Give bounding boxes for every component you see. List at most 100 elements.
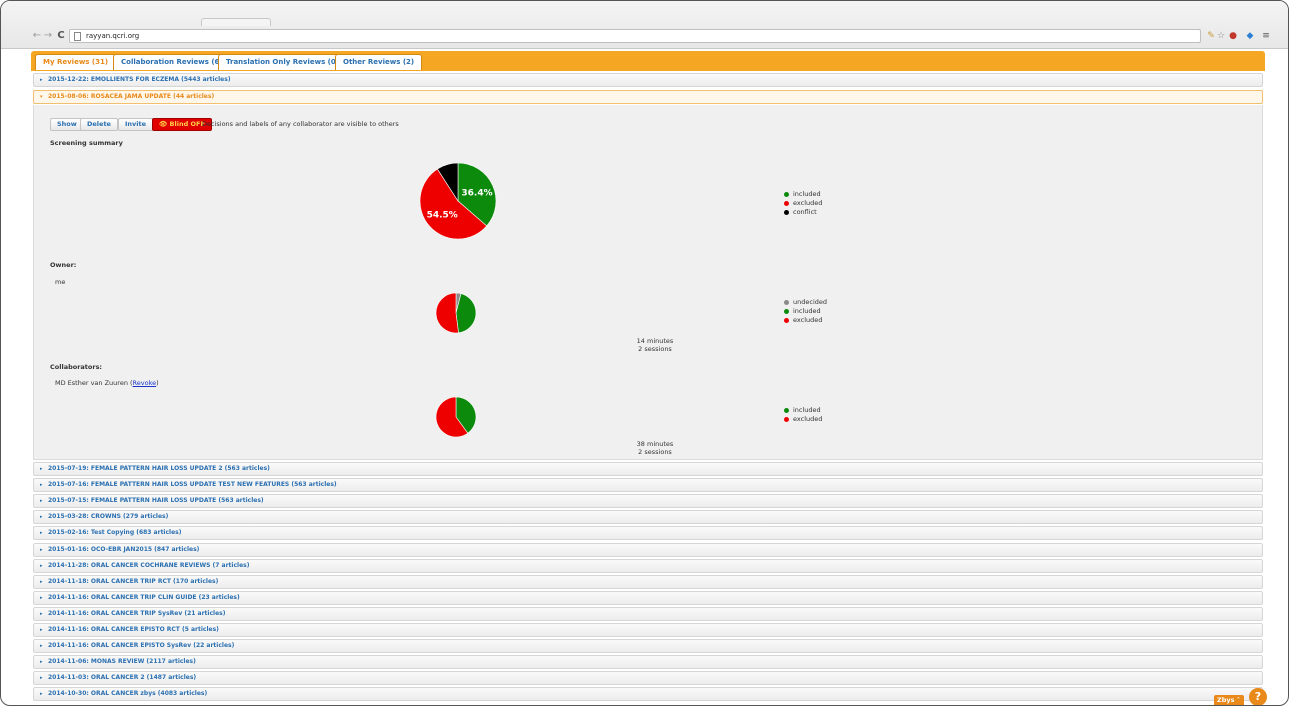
review-row-label: 2014-11-16: ORAL CANCER TRIP SysRev (21 … [48, 609, 226, 617]
extension-icon[interactable]: ● [1228, 31, 1238, 41]
review-row[interactable]: ▸ 2015-12-22: EMOLLIENTS FOR ECZEMA (544… [33, 73, 1263, 87]
collaborator-entry: MD Esther van Zuuren (Revoke) [55, 379, 159, 387]
legend-swatch [784, 210, 789, 215]
tab-my-reviews[interactable]: My Reviews (31) [35, 54, 117, 70]
review-row[interactable]: ▸ 2014-11-16: ORAL CANCER EPISTO SysRev (… [33, 639, 1263, 654]
legend-item: included [784, 307, 827, 316]
review-row-label: 2015-01-16: OCO-EBR JAN2015 (847 article… [48, 545, 200, 553]
tab-other-reviews[interactable]: Other Reviews (2) [335, 54, 423, 70]
review-row-label: 2015-03-28: CROWNS (279 articles) [48, 513, 169, 521]
browser-window: ← → C rayyan.qcri.org ✎ ☆ ● ◆ ≡ My Revie… [0, 0, 1289, 706]
review-row[interactable]: ▸ 2014-11-18: ORAL CANCER TRIP RCT (170 a… [33, 574, 1263, 589]
legend-label: conflict [793, 208, 817, 216]
legend-label: excluded [793, 316, 823, 324]
review-row-label: 2014-11-06: MONAS REVIEW (2117 articles) [48, 658, 196, 666]
legend-item: excluded [784, 415, 822, 424]
delete-button[interactable]: Delete [80, 118, 118, 131]
invite-button[interactable]: Invite [118, 118, 154, 131]
legend-label: excluded [793, 199, 823, 207]
review-row[interactable]: ▸ 2014-11-16: ORAL CANCER TRIP SysRev (21… [33, 606, 1263, 621]
tab-strip [1, 1, 1288, 26]
review-row-label: 2014-11-28: ORAL CANCER COCHRANE REVIEWS… [48, 561, 250, 569]
review-row[interactable]: ▸ 2014-10-30: ORAL CANCER zbys (4083 arti… [33, 687, 1263, 702]
chat-widget-button[interactable]: Zbys ˄ [1214, 695, 1244, 705]
owner-time-spent: 14 minutes [636, 337, 674, 345]
collaborator-legend: included excluded [784, 406, 822, 424]
show-button[interactable]: Show [50, 118, 84, 131]
owner-chart [435, 292, 477, 334]
review-row[interactable]: ▸ 2014-11-28: ORAL CANCER COCHRANE REVIEW… [33, 558, 1263, 573]
review-row[interactable]: ▸ 2015-07-15: FEMALE PATTERN HAIR LOSS UP… [33, 494, 1263, 509]
address-bar[interactable]: rayyan.qcri.org [69, 29, 1201, 43]
collaborator-name: MD Esther van Zuuren [55, 379, 128, 387]
chevron-up-icon: ˄ [1236, 696, 1240, 704]
legend-item: excluded [784, 199, 822, 208]
extension-icon[interactable]: ✎ [1206, 31, 1216, 41]
legend-swatch [784, 192, 789, 197]
owner-sessions: 2 sessions [638, 345, 672, 353]
collaborator-time-spent: 38 minutes [636, 440, 674, 448]
tab-collaboration-reviews[interactable]: Collaboration Reviews (6) [113, 54, 231, 70]
expand-caret-icon: ▸ [40, 562, 43, 569]
owner-title: Owner: [50, 261, 77, 269]
eye-icon: 👁 [159, 120, 168, 128]
legend-swatch [784, 201, 789, 206]
review-row[interactable]: ▸ 2014-11-16: ORAL CANCER TRIP CLIN GUIDE… [33, 590, 1263, 605]
forward-icon[interactable]: → [42, 30, 54, 42]
expand-caret-icon: ▸ [40, 691, 43, 698]
review-row-open[interactable]: ▾ 2015-08-06: ROSACEA JAMA UPDATE (44 ar… [33, 90, 1263, 104]
legend-label: included [793, 406, 821, 414]
reload-icon[interactable]: C [55, 30, 67, 42]
review-row[interactable]: ▸ 2015-01-16: OCO-EBR JAN2015 (847 articl… [33, 542, 1263, 557]
pie-data-label: 36.4% [461, 188, 492, 198]
expand-caret-icon: ▸ [40, 594, 43, 601]
owner-name: me [55, 278, 66, 286]
expand-caret-icon: ▸ [40, 610, 43, 617]
legend-label: undecided [793, 298, 827, 306]
browser-tab[interactable] [201, 18, 271, 26]
legend-swatch [784, 408, 789, 413]
collaborators-title: Collaborators: [50, 363, 103, 371]
expand-caret-icon: ▸ [40, 643, 43, 650]
legend-item: included [784, 190, 822, 199]
expand-caret-icon: ▸ [40, 659, 43, 666]
page-icon [74, 32, 81, 41]
review-row[interactable]: ▸ 2014-11-06: MONAS REVIEW (2117 articles… [33, 655, 1263, 670]
screening-summary-chart: 36.4% 54.5% [419, 162, 497, 240]
review-row[interactable]: ▸ 2015-07-19: FEMALE PATTERN HAIR LOSS UP… [33, 462, 1263, 476]
screening-summary-title: Screening summary [50, 139, 123, 147]
review-row-label: 2015-12-22: EMOLLIENTS FOR ECZEMA (5443 … [48, 76, 231, 83]
expand-caret-icon: ▸ [40, 530, 43, 537]
review-row[interactable]: ▸ 2014-11-16: ORAL CANCER EPISTO RCT (5 a… [33, 623, 1263, 637]
review-row[interactable]: ▸ 2015-02-16: Test Copying (683 articles) [33, 526, 1263, 541]
review-row-label: 2014-11-18: ORAL CANCER TRIP RCT (170 ar… [48, 577, 219, 585]
pie-slice-excluded [435, 292, 459, 334]
review-row-label: 2015-07-15: FEMALE PATTERN HAIR LOSS UPD… [48, 497, 264, 505]
review-row-label: 2014-11-16: ORAL CANCER EPISTO RCT (5 ar… [48, 626, 219, 633]
blind-note: Decisions and labels of any collaborator… [202, 120, 399, 128]
revoke-link[interactable]: Revoke [133, 379, 157, 387]
review-row-label: 2014-11-16: ORAL CANCER TRIP CLIN GUIDE … [48, 593, 240, 601]
review-row-label: 2015-07-19: FEMALE PATTERN HAIR LOSS UPD… [48, 465, 270, 472]
extension-icon[interactable]: ◆ [1245, 31, 1255, 41]
star-bookmark-icon[interactable]: ☆ [1216, 31, 1226, 41]
review-row-label: 2015-08-06: ROSACEA JAMA UPDATE (44 arti… [48, 93, 215, 100]
expand-caret-icon: ▸ [40, 546, 43, 553]
review-row[interactable]: ▸ 2014-11-03: ORAL CANCER 2 (1487 article… [33, 671, 1263, 686]
expand-caret-icon: ▸ [40, 466, 43, 472]
review-row[interactable]: ▸ 2015-07-16: FEMALE PATTERN HAIR LOSS UP… [33, 478, 1263, 493]
browser-toolbar: ← → C rayyan.qcri.org ✎ ☆ ● ◆ ≡ [1, 27, 1288, 47]
collaborator-sessions: 2 sessions [638, 448, 672, 456]
tab-translation-only-reviews[interactable]: Translation Only Reviews (0) [218, 54, 347, 70]
help-icon[interactable]: ? [1249, 688, 1267, 705]
legend-item: included [784, 406, 822, 415]
legend-swatch [784, 318, 789, 323]
legend-swatch [784, 417, 789, 422]
expand-caret-icon: ▸ [40, 627, 43, 633]
expand-caret-icon: ▸ [40, 77, 43, 83]
screening-summary-legend: included excluded conflict [784, 190, 822, 217]
menu-icon[interactable]: ≡ [1261, 31, 1271, 41]
review-row-label: 2015-02-16: Test Copying (683 articles) [48, 529, 182, 537]
legend-label: included [793, 307, 821, 315]
review-row[interactable]: ▸ 2015-03-28: CROWNS (279 articles) [33, 510, 1263, 525]
